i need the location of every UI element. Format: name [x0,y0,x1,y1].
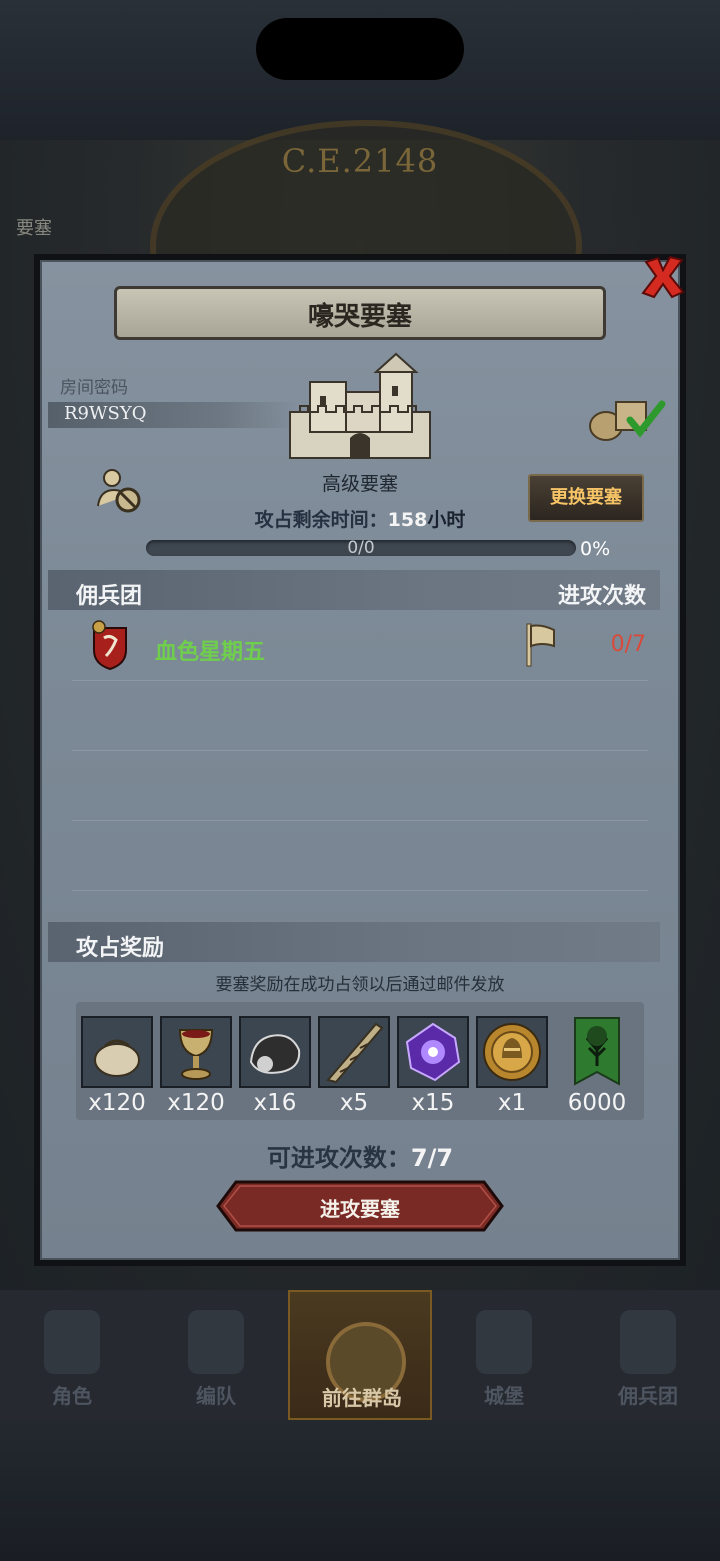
row-divider [72,750,648,751]
attack-count-header: 进攻次数 [557,584,646,609]
era-label: C.E.2148 [281,142,439,180]
supply-bag-check-icon[interactable] [586,392,666,442]
reward-item[interactable]: x120 [81,1016,153,1116]
nav-item-character[interactable]: 角色 [0,1290,144,1420]
attack-attempts: 可进攻次数：7/7 [160,1138,560,1173]
mercenary-attack-count: 0/7 [610,632,646,657]
flag-icon [526,623,555,667]
change-fortress-button[interactable]: 更换要塞 [528,474,644,522]
attempts-value: 7/7 [410,1144,454,1172]
nav-item-islands[interactable]: 前往群岛 [288,1290,432,1420]
nav-item-formation[interactable]: 编队 [144,1290,288,1420]
time-unit: 小时 [427,509,466,531]
goblet-icon [178,1029,214,1080]
ship-icon [620,1310,676,1374]
mercenary-crest-icon [92,620,127,670]
reward-quantity: 6000 [567,1090,627,1116]
fortress-icon [289,352,431,459]
nav-label: 前往群岛 [322,1386,402,1410]
reward-item[interactable]: x15 [397,1016,469,1116]
time-value: 158 [387,509,428,531]
nav-label: 角色 [52,1384,92,1408]
capture-progress-text: 0/0 [347,538,375,558]
bottom-nav: 角色 编队 前往群岛 城堡 佣兵团 [0,1290,720,1420]
helmet-medal-icon [483,1023,541,1081]
background-fortress-label: 要塞 [16,218,52,239]
reward-item[interactable]: x120 [160,1016,232,1116]
bottom-bezel [0,1420,720,1561]
purple-crystal-icon [405,1022,461,1082]
helmet-icon [188,1310,244,1374]
nav-item-mercenary[interactable]: 佣兵团 [576,1290,720,1420]
castle-icon [476,1310,532,1374]
dialog-title: 嚎哭要塞 [307,302,412,332]
remaining-time: 攻占剩余时间：158小时 [160,505,560,532]
close-icon[interactable] [640,254,686,300]
camera-notch [256,18,464,80]
mercenary-name[interactable]: 血色星期五 [155,634,265,666]
reward-item[interactable]: x1 [476,1016,548,1116]
room-code[interactable]: R9WSYQ [64,403,146,424]
room-code-label: 房间密码 [60,378,128,398]
capture-progress-percent: 0% [580,538,611,560]
nav-label: 城堡 [484,1384,524,1408]
reward-header: 攻占奖励 [76,936,165,961]
row-divider [72,680,648,681]
guild-banner-icon [574,1017,620,1086]
horn-icon [326,1022,384,1084]
reward-item[interactable]: x5 [318,1016,390,1116]
nav-label: 编队 [196,1384,236,1408]
attack-fortress-label[interactable]: 进攻要塞 [216,1193,504,1222]
nav-item-castle[interactable]: 城堡 [432,1290,576,1420]
ore-icon [249,1034,301,1074]
reward-item[interactable]: 6000 [561,1016,633,1116]
time-label: 攻占剩余时间： [254,509,388,531]
knight-icon [44,1310,100,1374]
mercenary-header: 佣兵团 [76,584,143,609]
reward-note: 要塞奖励在成功占领以后通过邮件发放 [215,975,505,995]
no-entry-person-icon[interactable] [96,466,144,514]
row-divider [72,820,648,821]
nav-label: 佣兵团 [618,1384,678,1408]
reward-item[interactable]: x16 [239,1016,311,1116]
pouch-icon [94,1039,140,1077]
attempts-label: 可进攻次数： [266,1144,411,1172]
fortress-level: 高级要塞 [321,473,398,495]
row-divider [72,890,648,891]
